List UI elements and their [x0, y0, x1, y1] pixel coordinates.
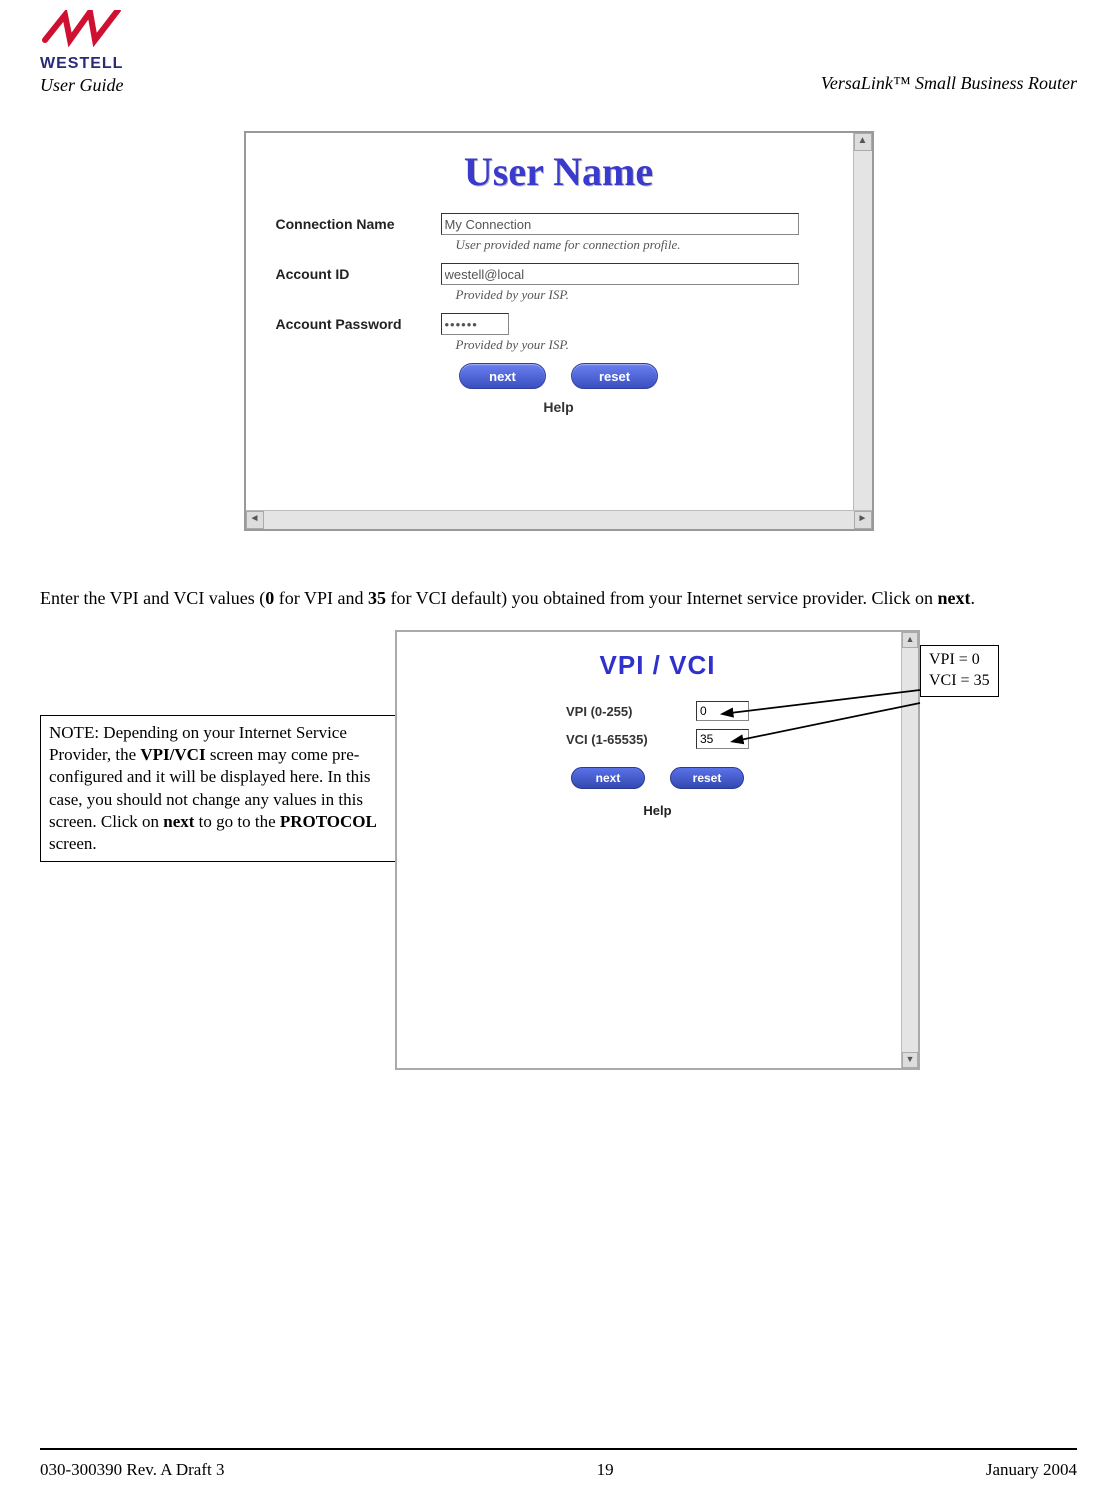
user-name-panel: User Name Connection Name User provided … [244, 131, 874, 531]
instruction-paragraph: Enter the VPI and VCI values (0 for VPI … [40, 586, 1077, 610]
vpi-label: VPI (0-255) [566, 704, 676, 719]
callout-vci: VCI = 35 [929, 671, 990, 692]
scroll-up-icon[interactable]: ▲ [902, 632, 918, 648]
para-text: for VPI and [274, 588, 368, 608]
brand-name: WESTELL [40, 55, 160, 73]
footer-left: 030-300390 Rev. A Draft 3 [40, 1460, 224, 1480]
account-password-input[interactable] [441, 313, 509, 335]
scroll-up-icon[interactable]: ▲ [854, 133, 872, 151]
vpivci-title: VPI / VCI [397, 650, 918, 681]
next-button[interactable]: next [459, 363, 546, 389]
scroll-down-icon[interactable]: ▼ [902, 1052, 918, 1068]
scroll-right-icon[interactable]: ► [854, 511, 872, 529]
scroll-left-icon[interactable]: ◄ [246, 511, 264, 529]
reset-button[interactable]: reset [571, 363, 658, 389]
account-id-label: Account ID [276, 266, 441, 282]
help-link[interactable]: Help [276, 399, 842, 415]
panel-title: User Name [276, 148, 842, 195]
para-text: . [970, 588, 975, 608]
guide-label: User Guide [40, 75, 160, 96]
para-bold-vpi: 0 [265, 588, 274, 608]
para-text: Enter the VPI and VCI values ( [40, 588, 265, 608]
account-id-hint: Provided by your ISP. [456, 287, 842, 303]
note-bold-protocol: PROTOCOL [280, 812, 377, 831]
next-button[interactable]: next [571, 767, 645, 789]
connection-name-input[interactable] [441, 213, 799, 235]
footer-rule [40, 1448, 1077, 1450]
note-text: to go to the [194, 812, 279, 831]
connection-name-label: Connection Name [276, 216, 441, 232]
connection-name-hint: User provided name for connection profil… [456, 237, 842, 253]
help-link[interactable]: Help [397, 803, 918, 818]
footer: 030-300390 Rev. A Draft 3 19 January 200… [40, 1460, 1077, 1480]
account-password-label: Account Password [276, 316, 441, 332]
vertical-scrollbar[interactable]: ▲ ▼ [853, 133, 872, 529]
brand-logo-block: WESTELL User Guide [40, 10, 160, 96]
note-text: screen. [49, 834, 97, 853]
horizontal-scrollbar[interactable]: ◄ ► [246, 510, 872, 529]
account-id-input[interactable] [441, 263, 799, 285]
account-password-hint: Provided by your ISP. [456, 337, 842, 353]
note-bold-next: next [163, 812, 194, 831]
note-bold-vpivci: VPI/VCI [140, 745, 205, 764]
para-text: for VCI default) you obtained from your … [386, 588, 938, 608]
westell-logo-icon [40, 10, 160, 55]
para-bold-next: next [937, 588, 970, 608]
note-box: NOTE: Depending on your Internet Service… [40, 715, 405, 862]
para-bold-vci: 35 [368, 588, 386, 608]
reset-button[interactable]: reset [670, 767, 744, 789]
callout-arrow-icon [705, 685, 935, 765]
callout-vpi: VPI = 0 [929, 650, 990, 671]
vci-label: VCI (1-65535) [566, 732, 676, 747]
product-title: VersaLink™ Small Business Router [821, 73, 1077, 94]
footer-right: January 2004 [986, 1460, 1077, 1480]
page-number: 19 [597, 1460, 614, 1480]
